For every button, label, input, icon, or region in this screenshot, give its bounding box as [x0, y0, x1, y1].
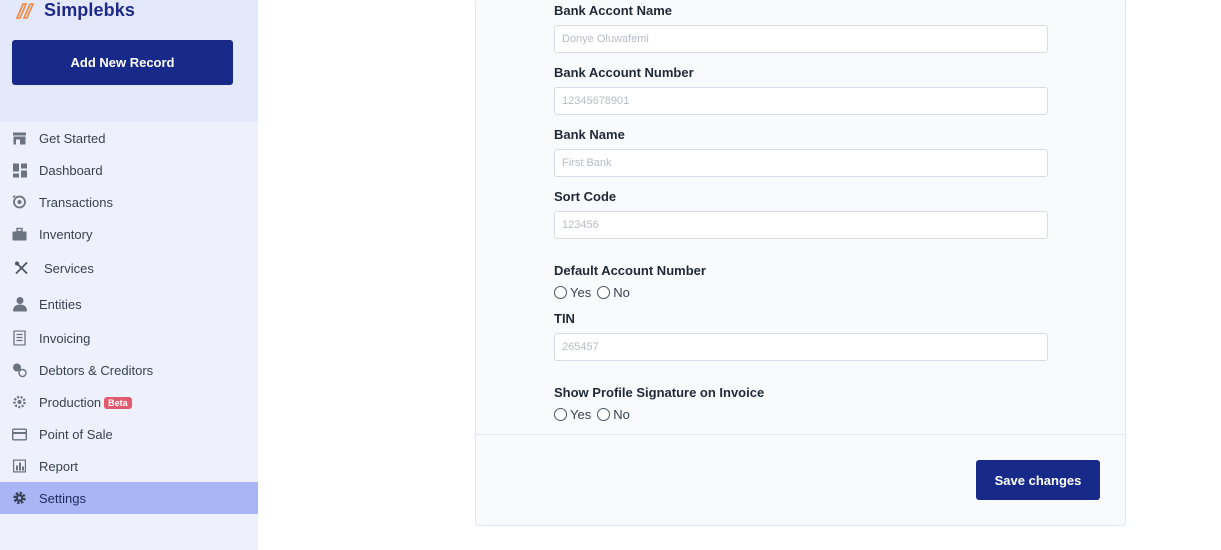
sidebar: Simplebks Add New Record Get Started Das…	[0, 0, 258, 550]
briefcase-icon	[12, 227, 27, 242]
tin-label: TIN	[554, 311, 575, 326]
chart-icon	[12, 459, 27, 474]
sidebar-item-label: Invoicing	[39, 330, 91, 346]
sidebar-item-label: Settings	[39, 490, 86, 506]
save-changes-button[interactable]: Save changes	[976, 460, 1100, 500]
sidebar-item-production[interactable]: Production Beta	[0, 386, 258, 418]
sidebar-item-label: Services	[44, 260, 94, 276]
brand-name: Simplebks	[44, 0, 135, 20]
card-footer-divider	[475, 434, 1126, 435]
sidebar-item-label: Entities	[39, 296, 82, 312]
sidebar-item-label: Transactions	[39, 194, 113, 210]
card-icon	[12, 427, 27, 442]
person-icon	[12, 297, 27, 312]
show-signature-no-radio[interactable]	[597, 408, 611, 421]
sidebar-item-get-started[interactable]: Get Started	[0, 122, 258, 154]
bank-account-name-input[interactable]	[554, 25, 1048, 53]
add-new-record-button[interactable]: Add New Record	[12, 40, 233, 85]
sidebar-item-label: Get Started	[39, 130, 106, 146]
sidebar-item-entities[interactable]: Entities	[0, 288, 258, 320]
receipt-icon	[12, 330, 27, 346]
logo[interactable]: Simplebks	[14, 0, 135, 24]
debtors-icon	[12, 363, 27, 378]
default-account-yes-radio[interactable]	[554, 286, 567, 299]
logo-icon	[15, 3, 35, 19]
sidebar-item-settings[interactable]: Settings	[0, 482, 258, 514]
sidebar-item-transactions[interactable]: Transactions	[0, 186, 258, 218]
sidebar-item-debtors-creditors[interactable]: Debtors & Creditors	[0, 354, 258, 386]
sidebar-item-label: Dashboard	[39, 162, 103, 178]
beta-badge: Beta	[104, 397, 132, 410]
store-icon	[12, 131, 27, 146]
sidebar-item-label: Report	[39, 458, 79, 474]
transactions-icon	[12, 194, 27, 210]
sidebar-item-invoicing[interactable]: Invoicing	[0, 322, 258, 354]
bank-account-number-input[interactable]	[554, 87, 1048, 115]
show-signature-label: Show Profile Signature on Invoice	[554, 385, 765, 400]
sidebar-item-label: Inventory	[39, 226, 93, 242]
sidebar-item-inventory[interactable]: Inventory	[0, 218, 258, 250]
radio-label-no: No	[613, 285, 630, 300]
sidebar-header: Simplebks Add New Record	[0, 0, 258, 122]
sidebar-item-report[interactable]: Report	[0, 450, 258, 482]
default-account-label: Default Account Number	[554, 263, 706, 278]
default-account-no-radio[interactable]	[597, 286, 611, 299]
show-signature-radio-group: Yes No	[554, 407, 636, 422]
sidebar-item-label: Production Beta	[39, 395, 132, 410]
gear-icon	[12, 491, 27, 506]
bank-name-label: Bank Name	[554, 127, 625, 142]
production-label: Production	[39, 394, 102, 410]
default-account-radio-group: Yes No	[554, 285, 636, 300]
dashboard-icon	[12, 163, 27, 178]
radio-label-yes: Yes	[570, 407, 592, 422]
show-signature-yes-radio[interactable]	[554, 408, 567, 421]
sidebar-item-label: Debtors & Creditors	[39, 362, 154, 378]
sidebar-item-services[interactable]: Services	[0, 252, 258, 284]
tin-input[interactable]	[554, 333, 1048, 361]
sidebar-item-dashboard[interactable]: Dashboard	[0, 154, 258, 186]
bank-account-name-label: Bank Accont Name	[554, 3, 672, 18]
sort-code-label: Sort Code	[554, 189, 617, 204]
bank-account-number-label: Bank Account Number	[554, 65, 694, 80]
production-icon	[12, 395, 27, 410]
sidebar-item-label: Point of Sale	[39, 426, 113, 442]
sidebar-item-point-of-sale[interactable]: Point of Sale	[0, 418, 258, 450]
bank-name-input[interactable]	[554, 149, 1048, 177]
sort-code-input[interactable]	[554, 211, 1048, 239]
tools-icon	[14, 261, 29, 276]
radio-label-no: No	[613, 407, 630, 422]
radio-label-yes: Yes	[570, 285, 592, 300]
